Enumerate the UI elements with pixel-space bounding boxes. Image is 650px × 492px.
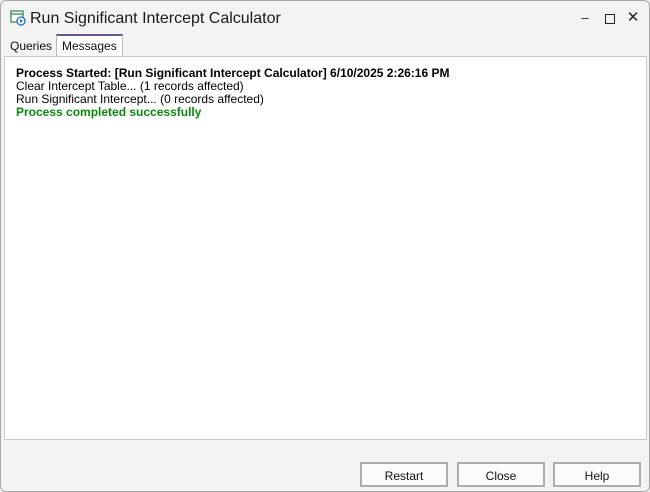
calculator-run-icon [10,10,26,26]
close-button[interactable]: Close [457,462,545,487]
window-title: Run Significant Intercept Calculator [30,10,281,27]
message-process-started: Process Started: [Run Significant Interc… [16,66,450,80]
minimize-button[interactable]: – [573,7,597,29]
restart-button[interactable]: Restart [360,462,448,487]
messages-panel: Process Started: [Run Significant Interc… [4,56,647,440]
help-button[interactable]: Help [553,462,641,487]
dialog-window: Run Significant Intercept Calculator – ✕… [0,0,650,492]
close-window-button[interactable]: ✕ [621,7,645,29]
tab-messages[interactable]: Messages [56,34,123,56]
maximize-button[interactable] [598,7,622,29]
message-clear-table: Clear Intercept Table... (1 records affe… [16,79,244,93]
message-run-intercept: Run Significant Intercept... (0 records … [16,92,264,106]
message-success: Process completed successfully [16,105,202,119]
title-bar: Run Significant Intercept Calculator – ✕ [1,1,649,35]
tab-queries[interactable]: Queries [5,36,57,56]
